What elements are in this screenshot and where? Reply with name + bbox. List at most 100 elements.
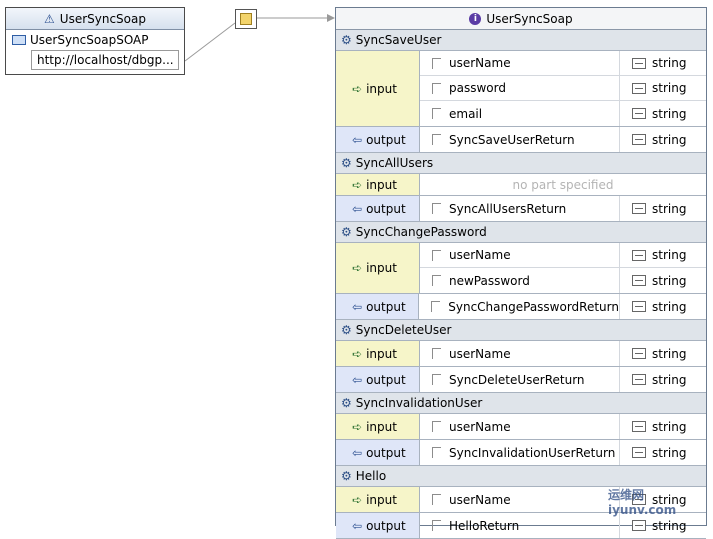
- operation-name: SyncChangePassword: [355, 225, 487, 239]
- input-arrow-icon: ➪: [352, 346, 363, 361]
- part-name-cell[interactable]: SyncInvalidationUserReturn: [420, 440, 620, 465]
- part-type-cell[interactable]: string: [620, 341, 706, 366]
- part-type-cell[interactable]: string: [620, 51, 706, 75]
- part-name-cell[interactable]: userName: [420, 51, 620, 75]
- part-row[interactable]: SyncAllUsersReturn string: [420, 196, 706, 221]
- output-label: output: [366, 445, 406, 460]
- input-parts: userName string newPassword string: [420, 243, 706, 293]
- type-icon: [632, 520, 646, 531]
- part-row[interactable]: email string: [420, 101, 706, 126]
- part-row[interactable]: newPassword string: [420, 268, 706, 293]
- part-type-cell[interactable]: string: [620, 243, 706, 267]
- output-cell[interactable]: ⇦ output: [336, 196, 420, 221]
- part-type: string: [652, 346, 687, 361]
- service-title-bar[interactable]: ⚠ UserSyncSoap: [6, 8, 184, 30]
- port-row[interactable]: UserSyncSoapSOAP: [6, 30, 184, 50]
- part-name: SyncAllUsersReturn: [449, 201, 567, 216]
- output-cell[interactable]: ⇦ output: [336, 513, 420, 538]
- operation-header[interactable]: ⚙ SyncChangePassword: [336, 222, 706, 243]
- part-row[interactable]: SyncInvalidationUserReturn string: [420, 440, 706, 465]
- operation-input[interactable]: ➪ input userName string: [336, 341, 706, 367]
- service-box[interactable]: ⚠ UserSyncSoap UserSyncSoapSOAP http://l…: [5, 7, 185, 75]
- input-cell[interactable]: ➪ input: [336, 243, 420, 293]
- input-cell[interactable]: ➪ input: [336, 341, 420, 366]
- input-cell[interactable]: ➪ input: [336, 414, 420, 439]
- part-type: string: [652, 445, 687, 460]
- gear-icon: ⚙: [341, 396, 352, 410]
- input-label: input: [366, 419, 397, 434]
- part-type-cell[interactable]: string: [620, 101, 706, 126]
- operation-input[interactable]: ➪ input userName string password string email s…: [336, 51, 706, 127]
- part-name-cell[interactable]: SyncDeleteUserReturn: [420, 367, 620, 392]
- part-row[interactable]: SyncDeleteUserReturn string: [420, 367, 706, 392]
- operation-output[interactable]: ⇦ output SyncDeleteUserReturn string: [336, 367, 706, 393]
- part-name-cell[interactable]: SyncAllUsersReturn: [420, 196, 620, 221]
- operation-output[interactable]: ⇦ output SyncSaveUserReturn string: [336, 127, 706, 153]
- gear-icon: ⚙: [341, 33, 352, 47]
- part-name-cell[interactable]: userName: [420, 243, 620, 267]
- output-cell[interactable]: ⇦ output: [336, 367, 420, 392]
- part-name-cell[interactable]: userName: [420, 487, 620, 512]
- part-name-cell[interactable]: newPassword: [420, 268, 620, 293]
- part-type-cell[interactable]: string: [620, 196, 706, 221]
- part-type-cell[interactable]: string: [620, 268, 706, 293]
- operation-output[interactable]: ⇦ output SyncInvalidationUserReturn string: [336, 440, 706, 466]
- binding-connector[interactable]: [235, 9, 257, 29]
- output-parts: SyncInvalidationUserReturn string: [420, 440, 706, 465]
- part-type-cell[interactable]: string: [620, 440, 706, 465]
- part-row[interactable]: userName string: [420, 414, 706, 439]
- input-parts: no part specified: [420, 174, 706, 195]
- operation-header[interactable]: ⚙ SyncDeleteUser: [336, 320, 706, 341]
- part-name-cell[interactable]: userName: [420, 414, 620, 439]
- operation-header[interactable]: ⚙ SyncSaveUser: [336, 30, 706, 51]
- output-cell[interactable]: ⇦ output: [336, 127, 420, 152]
- input-cell[interactable]: ➪ input: [336, 487, 420, 512]
- part-icon: [432, 494, 441, 505]
- part-row[interactable]: userName string: [420, 51, 706, 76]
- part-type-cell[interactable]: string: [620, 127, 706, 152]
- part-icon: [432, 57, 441, 69]
- part-type-cell[interactable]: string: [620, 414, 706, 439]
- part-type-cell[interactable]: string: [620, 76, 706, 100]
- part-name-cell[interactable]: SyncSaveUserReturn: [420, 127, 620, 152]
- type-icon: [632, 57, 646, 69]
- part-name-cell[interactable]: userName: [420, 341, 620, 366]
- interface-box[interactable]: i UserSyncSoap ⚙ SyncSaveUser ➪ input userNa…: [335, 7, 707, 539]
- part-name-cell[interactable]: HelloReturn: [420, 513, 620, 538]
- part-type-cell[interactable]: string: [620, 294, 706, 319]
- part-type: string: [652, 273, 687, 288]
- operation-header[interactable]: ⚙ Hello: [336, 466, 706, 487]
- part-type-cell[interactable]: string: [620, 367, 706, 392]
- gear-icon: ⚙: [341, 323, 352, 337]
- part-row[interactable]: SyncChangePasswordReturn string: [419, 294, 706, 319]
- operation-header[interactable]: ⚙ SyncInvalidationUser: [336, 393, 706, 414]
- output-cell[interactable]: ⇦ output: [336, 440, 420, 465]
- part-icon: [432, 249, 441, 261]
- operation-header[interactable]: ⚙ SyncAllUsers: [336, 153, 706, 174]
- operation-name: Hello: [355, 469, 387, 483]
- part-row[interactable]: userName string: [420, 243, 706, 268]
- operation-input[interactable]: ➪ input no part specified: [336, 174, 706, 196]
- part-name-cell[interactable]: password: [420, 76, 620, 100]
- input-cell[interactable]: ➪ input: [336, 51, 420, 126]
- operation-input[interactable]: ➪ input userName string newPassword string: [336, 243, 706, 294]
- operation-output[interactable]: ⇦ output SyncAllUsersReturn string: [336, 196, 706, 222]
- operation-output[interactable]: ⇦ output SyncChangePasswordReturn string: [336, 294, 706, 320]
- part-row[interactable]: SyncSaveUserReturn string: [420, 127, 706, 152]
- part-row[interactable]: userName string: [420, 341, 706, 366]
- output-cell[interactable]: ⇦ output: [336, 294, 420, 319]
- part-name-cell[interactable]: SyncChangePasswordReturn: [419, 294, 620, 319]
- output-parts: SyncAllUsersReturn string: [420, 196, 706, 221]
- operation-input[interactable]: ➪ input userName string: [336, 414, 706, 440]
- input-arrow-icon: ➪: [352, 261, 363, 275]
- part-row[interactable]: password string: [420, 76, 706, 101]
- interface-title-bar[interactable]: i UserSyncSoap: [336, 8, 706, 30]
- type-icon: [632, 421, 646, 432]
- part-name: SyncInvalidationUserReturn: [449, 445, 616, 460]
- endpoint-address[interactable]: http://localhost/dbgp...: [31, 50, 179, 70]
- part-name-cell[interactable]: email: [420, 101, 620, 126]
- input-cell[interactable]: ➪ input: [336, 174, 420, 195]
- part-icon: [432, 203, 441, 214]
- output-parts: SyncChangePasswordReturn string: [419, 294, 706, 319]
- part-name: HelloReturn: [449, 518, 520, 533]
